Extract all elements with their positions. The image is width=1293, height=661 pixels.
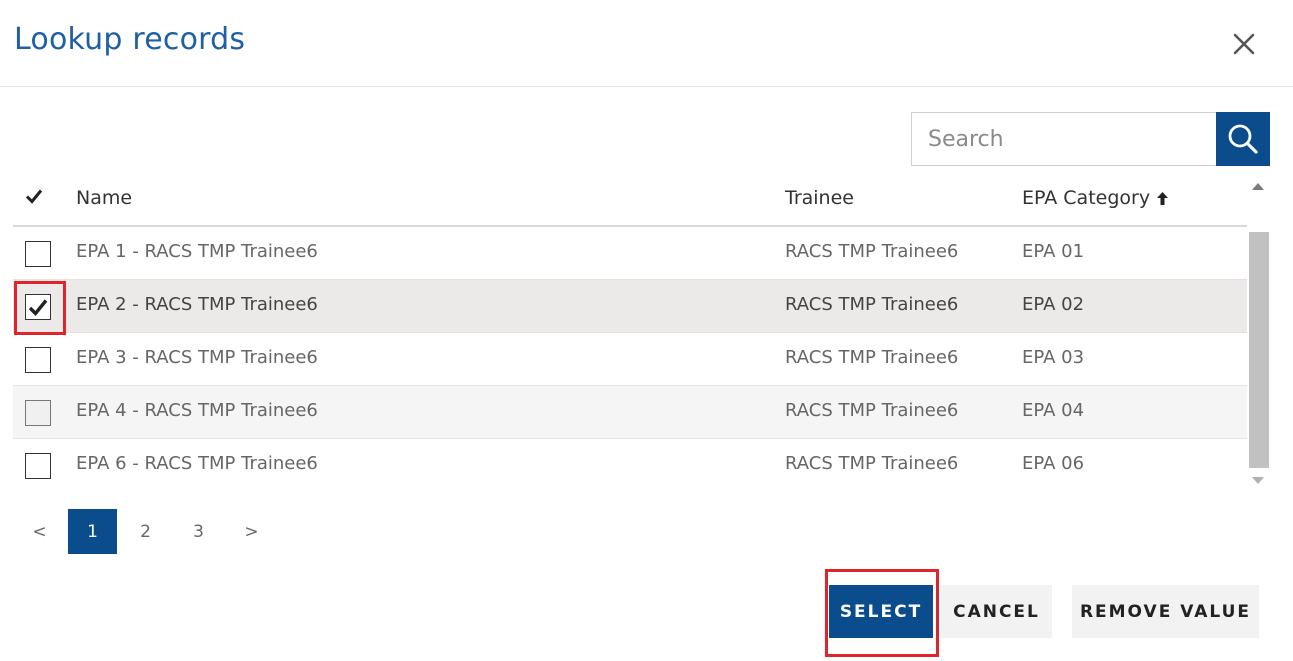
search-icon (1228, 124, 1258, 154)
pagination-page-2[interactable]: 2 (119, 509, 172, 554)
row-checkbox[interactable] (25, 453, 51, 479)
cell-epa-category: EPA 02 (1022, 294, 1085, 315)
close-button[interactable] (1226, 26, 1262, 62)
search-button[interactable] (1216, 112, 1270, 166)
cell-name: EPA 6 - RACS TMP Trainee6 (76, 453, 318, 474)
column-header-trainee[interactable]: Trainee (785, 187, 854, 209)
records-table: Name Trainee EPA Category EPA 1 - RACS T… (13, 177, 1247, 492)
cell-trainee: RACS TMP Trainee6 (785, 400, 959, 421)
cell-trainee: RACS TMP Trainee6 (785, 294, 959, 315)
row-checkbox[interactable] (25, 241, 51, 267)
cell-name: EPA 2 - RACS TMP Trainee6 (76, 294, 318, 315)
search-box (911, 112, 1270, 166)
pagination-prev[interactable]: < (13, 509, 66, 554)
cell-trainee: RACS TMP Trainee6 (785, 347, 959, 368)
pagination-next[interactable]: > (225, 509, 278, 554)
cell-epa-category: EPA 01 (1022, 241, 1085, 262)
pagination-page-1[interactable]: 1 (68, 509, 117, 554)
table-header: Name Trainee EPA Category (13, 177, 1247, 227)
pagination-page-3[interactable]: 3 (172, 509, 225, 554)
scroll-thumb[interactable] (1249, 232, 1269, 468)
dialog-title: Lookup records (14, 22, 246, 57)
remove-value-button[interactable]: REMOVE VALUE (1072, 585, 1259, 638)
close-icon (1233, 33, 1255, 55)
pagination: < 1 2 3 > (13, 509, 278, 554)
table-row[interactable]: EPA 6 - RACS TMP Trainee6 RACS TMP Train… (13, 439, 1247, 492)
cancel-button[interactable]: CANCEL (941, 585, 1052, 638)
column-header-name[interactable]: Name (76, 187, 132, 209)
table-row[interactable]: EPA 1 - RACS TMP Trainee6 RACS TMP Train… (13, 227, 1247, 280)
column-header-epa-category[interactable]: EPA Category (1022, 187, 1169, 209)
table-row[interactable]: EPA 4 - RACS TMP Trainee6 RACS TMP Train… (13, 386, 1247, 439)
row-checkbox[interactable] (25, 347, 51, 373)
row-checkbox[interactable] (25, 400, 51, 426)
cell-epa-category: EPA 03 (1022, 347, 1085, 368)
cell-epa-category: EPA 04 (1022, 400, 1085, 421)
dialog-header: Lookup records (0, 0, 1293, 87)
cell-epa-category: EPA 06 (1022, 453, 1085, 474)
checkbox-highlight-annotation (14, 281, 66, 335)
table-row[interactable]: EPA 2 - RACS TMP Trainee6 RACS TMP Train… (13, 280, 1247, 335)
checkmark-icon (25, 189, 43, 204)
cell-trainee: RACS TMP Trainee6 (785, 453, 959, 474)
table-row[interactable]: EPA 3 - RACS TMP Trainee6 RACS TMP Train… (13, 333, 1247, 386)
cell-name: EPA 1 - RACS TMP Trainee6 (76, 241, 318, 262)
column-header-epa-category-label: EPA Category (1022, 187, 1151, 209)
select-all-toggle[interactable] (25, 187, 43, 209)
sort-up-arrow-icon (1157, 191, 1169, 205)
select-button-highlight-annotation (825, 569, 939, 657)
cell-trainee: RACS TMP Trainee6 (785, 241, 959, 262)
cell-name: EPA 3 - RACS TMP Trainee6 (76, 347, 318, 368)
table-scrollbar[interactable] (1248, 177, 1270, 493)
scroll-down-arrow-icon[interactable] (1252, 477, 1264, 484)
search-input[interactable] (911, 112, 1217, 166)
scroll-up-arrow-icon[interactable] (1252, 183, 1264, 190)
cell-name: EPA 4 - RACS TMP Trainee6 (76, 400, 318, 421)
